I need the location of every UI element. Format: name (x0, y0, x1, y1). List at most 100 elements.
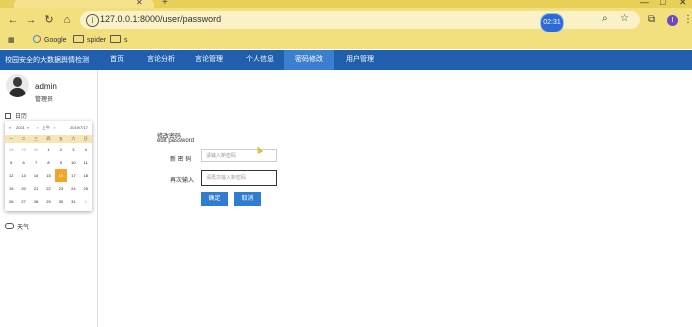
next-month-icon[interactable]: › (54, 125, 55, 130)
calendar-heading-text: 日历 (15, 114, 28, 120)
calendar-day[interactable]: 26 (5, 195, 17, 208)
nav-home[interactable]: 首页 (100, 50, 134, 70)
main-content: 修改密码 edit password 新 密 码 再次输入 确定 取消 (98, 70, 692, 327)
calendar-day[interactable]: 20 (17, 182, 29, 195)
calendar-icon (5, 113, 11, 119)
calendar-weekday: 一 (5, 135, 18, 143)
calendar-day[interactable]: 23 (55, 182, 67, 195)
nav-user-management[interactable]: 用户管理 (338, 50, 382, 70)
calendar-day[interactable]: 4 (80, 143, 92, 156)
nav-change-password[interactable]: 密码修改 (284, 50, 334, 70)
bookmark-spider[interactable]: spider (73, 35, 106, 46)
bookmark-label: spider (87, 37, 107, 44)
calendar-day[interactable]: 2 (55, 143, 67, 156)
bookmark-google[interactable]: Google (33, 35, 67, 46)
new-tab-icon[interactable]: + (162, 0, 168, 8)
calendar-day[interactable]: 6 (17, 156, 29, 169)
bookmarks-bar: ▦ Google spider s (0, 32, 692, 49)
calendar-day[interactable]: 15 (42, 169, 54, 182)
calendar-week-row: 28 29 30 1 2 3 4 (5, 143, 92, 156)
calendar-day[interactable]: 22 (42, 182, 54, 195)
calendar-weekday: 四 (42, 135, 55, 143)
calendar-day[interactable]: 18 (80, 169, 92, 182)
site-info-icon[interactable]: i (86, 14, 99, 27)
browser-tab-strip: ✕ + — □ ✕ (0, 0, 692, 8)
calendar-day[interactable]: 25 (80, 182, 92, 195)
bookmark-label: Google (44, 37, 67, 44)
calendar-day[interactable]: 29 (17, 143, 29, 156)
minimize-icon[interactable]: — (640, 0, 649, 7)
calendar-day[interactable]: 24 (67, 182, 79, 195)
calendar-day[interactable]: 3 (67, 143, 79, 156)
bookmark-star-icon[interactable]: ☆ (620, 13, 629, 24)
calendar-day[interactable]: 31 (67, 195, 79, 208)
new-password-label: 新 密 码 (170, 157, 192, 163)
calendar-day-selected[interactable]: 16 (54, 169, 68, 182)
nav-speech-analysis[interactable]: 言论分析 (142, 50, 180, 70)
calendar-day[interactable]: 7 (30, 156, 42, 169)
calendar-weekday: 二 (17, 135, 30, 143)
window-close-icon[interactable]: ✕ (679, 0, 687, 8)
screen-record-timer: 02:31 (540, 13, 564, 33)
calendar-day[interactable]: 9 (55, 156, 67, 169)
google-icon (33, 35, 41, 43)
folder-icon (110, 35, 121, 43)
confirm-button[interactable]: 确定 (201, 192, 228, 206)
browser-tab-active[interactable] (14, 0, 154, 8)
calendar-year[interactable]: 2021 (16, 125, 25, 130)
calendar-day[interactable]: 14 (30, 169, 42, 182)
apps-grid-icon[interactable]: ▦ (8, 35, 15, 46)
zoom-icon[interactable]: ⌕ (602, 13, 608, 24)
weather-heading-text: 天气 (17, 225, 30, 231)
calendar-weekday: 五 (54, 135, 68, 143)
calendar-period[interactable]: 上午 (42, 125, 50, 131)
calendar-day[interactable]: 1 (80, 195, 92, 208)
prev-month-icon[interactable]: ‹ (37, 125, 38, 130)
calendar-day[interactable]: 1 (42, 143, 54, 156)
extensions-icon[interactable]: ⧉ (648, 14, 655, 25)
calendar-weekday: 六 (67, 135, 80, 143)
calendar-day[interactable]: 27 (17, 195, 29, 208)
calendar-day[interactable]: 5 (5, 156, 17, 169)
back-icon[interactable]: ← (6, 13, 20, 27)
bookmark-s[interactable]: s (110, 35, 128, 46)
calendar-day[interactable]: 10 (67, 156, 79, 169)
url-text[interactable]: 127.0.0.1:8000/user/password (100, 14, 221, 24)
avatar-head (13, 77, 22, 87)
calendar-day[interactable]: 21 (30, 182, 42, 195)
calendar-day[interactable]: 29 (42, 195, 54, 208)
next-year-icon[interactable]: » (27, 125, 29, 130)
home-icon[interactable]: ⌂ (60, 13, 74, 27)
calendar-heading: 日历 (5, 111, 27, 120)
calendar-day[interactable]: 28 (30, 195, 42, 208)
browser-toolbar: ← → ↻ ⌂ i 127.0.0.1:8000/user/password ⌕… (0, 8, 692, 33)
calendar-day[interactable]: 30 (30, 143, 42, 156)
calendar-day[interactable]: 12 (5, 169, 17, 182)
calendar-day[interactable]: 8 (42, 156, 54, 169)
maximize-icon[interactable]: □ (660, 0, 665, 7)
calendar-day[interactable]: 13 (17, 169, 29, 182)
nav-speech-management[interactable]: 言论管理 (190, 50, 228, 70)
calendar-day[interactable]: 28 (5, 143, 17, 156)
cancel-button[interactable]: 取消 (234, 192, 261, 206)
calendar-date: 2019/7/17 (70, 125, 88, 130)
prev-year-icon[interactable]: « (9, 125, 11, 130)
close-tab-icon[interactable]: ✕ (136, 0, 143, 7)
reload-icon[interactable]: ↻ (42, 13, 56, 27)
profile-avatar[interactable]: I (667, 15, 678, 26)
calendar-day[interactable]: 17 (67, 169, 79, 182)
confirm-password-input[interactable] (201, 170, 277, 186)
calendar-day[interactable]: 11 (80, 156, 92, 169)
new-password-input[interactable] (201, 149, 277, 162)
nav-personal-info[interactable]: 个人信息 (238, 50, 282, 70)
browser-menu-icon[interactable]: ⋮ (683, 14, 692, 25)
weather-heading: 天气 (5, 222, 29, 231)
calendar-day[interactable]: 19 (5, 182, 17, 195)
forward-icon[interactable]: → (24, 13, 38, 27)
calendar-day[interactable]: 30 (55, 195, 67, 208)
calendar-widget: « 2021 » ‹ 上午 › 2019/7/17 一二三四五六日 28 29 30 1… (5, 121, 92, 211)
calendar-grid: 一二三四五六日 28 29 30 1 2 3 4 5 6 7 8 9 10 11 12 13 14 15 16 17 18… (5, 135, 92, 208)
sidebar: admin 管理员 日历 « 2021 » ‹ 上午 › 2019/7/17 一… (0, 70, 98, 327)
bookmark-label: s (124, 37, 128, 44)
calendar-weekday-row: 一二三四五六日 (5, 135, 92, 143)
